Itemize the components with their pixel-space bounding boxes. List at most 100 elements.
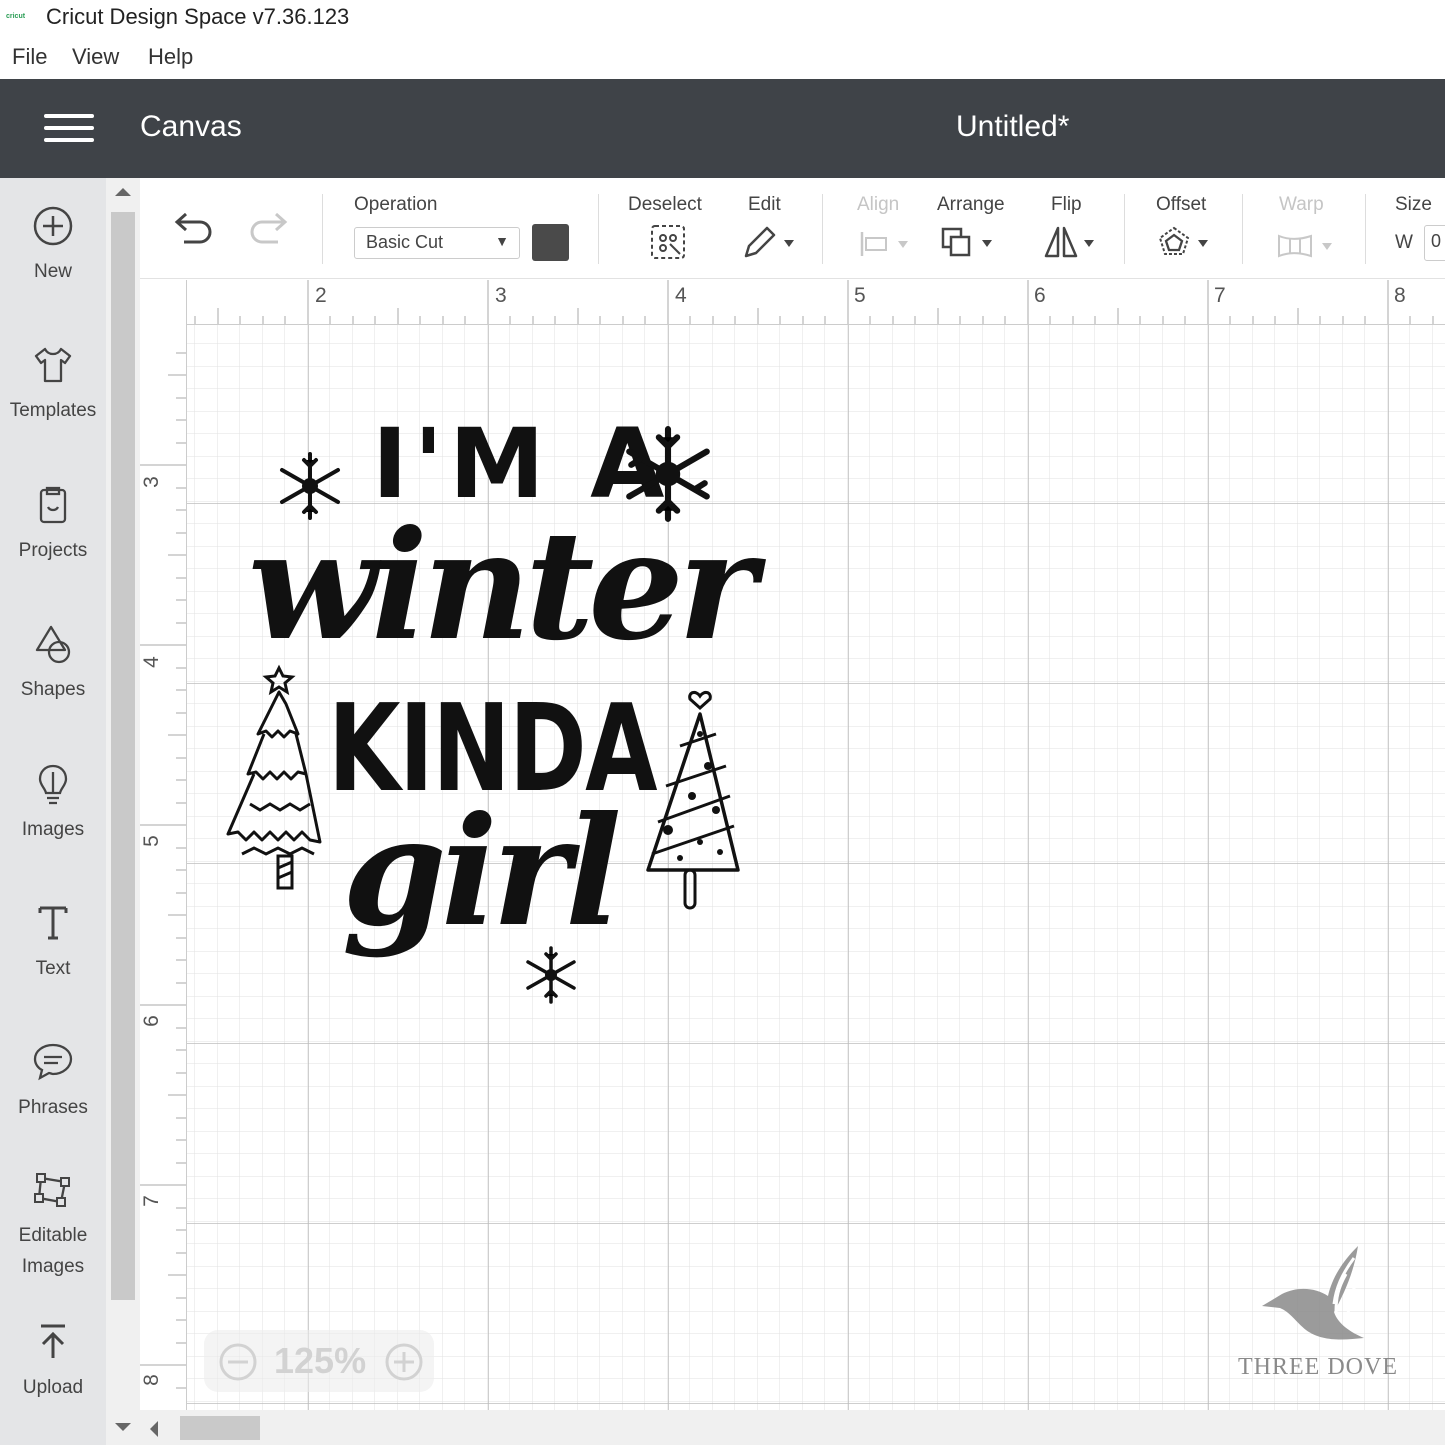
nav-phrases-label: Phrases — [18, 1097, 88, 1118]
nav-editable-images[interactable]: Editable Images — [0, 1168, 106, 1282]
ruler-top-label: 6 — [1034, 284, 1046, 307]
lightbulb-icon — [38, 764, 68, 805]
menu-file[interactable]: File — [12, 44, 47, 70]
flip-icon[interactable] — [1042, 224, 1100, 262]
scroll-left-arrow-icon[interactable] — [150, 1421, 158, 1437]
toolbar-divider — [822, 194, 823, 264]
size-width-input[interactable]: 0 — [1424, 225, 1445, 261]
ruler-left-label: 8 — [139, 1374, 163, 1386]
edit-pen-icon[interactable] — [740, 224, 800, 262]
left-nav: New Templates Projects Shapes Images Tex… — [0, 178, 106, 1445]
nav-upload-label: Upload — [22, 1377, 84, 1398]
ruler-left-label: 7 — [139, 1195, 163, 1207]
scroll-down-arrow-icon[interactable] — [115, 1423, 131, 1431]
zoom-level: 125% — [274, 1340, 367, 1381]
menu-view[interactable]: View — [72, 44, 119, 70]
shapes-icon — [35, 625, 71, 664]
menu-bar: File View Help — [0, 40, 1445, 76]
toolbar-divider — [322, 194, 323, 264]
plus-circle-icon — [33, 206, 73, 246]
snowflake-icon[interactable] — [272, 448, 348, 524]
nav-new-label: New — [33, 261, 72, 282]
christmas-tree-icon[interactable] — [644, 686, 742, 914]
zoom-out-icon[interactable] — [218, 1342, 258, 1382]
hamburger-menu-icon[interactable] — [44, 112, 94, 144]
zoom-control: 125% — [204, 1330, 434, 1392]
tshirt-icon — [34, 347, 72, 383]
left-ruler: 3 4 5 6 7 8 — [140, 280, 187, 1410]
offset-label: Offset — [1156, 194, 1207, 215]
ruler-top-label: 8 — [1394, 284, 1406, 307]
ruler-top-label: 3 — [495, 284, 507, 307]
align-icon — [860, 232, 908, 256]
arrange-icon[interactable] — [940, 226, 996, 260]
toolbar-divider — [598, 194, 599, 264]
operation-color-swatch[interactable] — [532, 224, 569, 261]
christmas-tree-icon[interactable] — [224, 664, 340, 892]
nav-images-label: Images — [21, 819, 85, 840]
canvas-horizontal-scrollbar[interactable] — [140, 1410, 1445, 1445]
operation-select[interactable]: Basic Cut ▼ — [354, 227, 520, 259]
nav-editable-images-label: Editable Images — [18, 1225, 88, 1277]
project-title[interactable]: Untitled* — [956, 110, 1069, 144]
ruler-left-label: 5 — [139, 835, 163, 847]
editable-image-icon — [34, 1173, 70, 1207]
size-label: Size — [1395, 194, 1432, 215]
operation-label: Operation — [354, 194, 438, 215]
size-width-label: W — [1395, 232, 1413, 253]
text-icon — [38, 906, 68, 940]
ruler-left-label: 6 — [139, 1015, 163, 1027]
header-section-title: Canvas — [140, 110, 242, 143]
nav-text-label: Text — [35, 958, 71, 979]
deselect-icon[interactable] — [648, 222, 688, 262]
arrange-label: Arrange — [937, 194, 1005, 215]
top-ruler-ticks — [194, 280, 1434, 324]
snowflake-icon[interactable] — [522, 944, 580, 1006]
ruler-top-label: 5 — [854, 284, 866, 307]
nav-scrollbar-thumb[interactable] — [111, 212, 135, 1300]
scroll-up-arrow-icon[interactable] — [115, 188, 131, 196]
nav-shapes[interactable]: Shapes — [0, 622, 106, 705]
operation-select-value: Basic Cut — [366, 232, 444, 252]
nav-images[interactable]: Images — [0, 762, 106, 845]
warp-icon — [1278, 234, 1332, 258]
speech-bubble-icon — [33, 1043, 73, 1081]
flip-label: Flip — [1051, 194, 1082, 215]
edit-label: Edit — [748, 194, 781, 215]
warp-label: Warp — [1279, 194, 1324, 215]
nav-text[interactable]: Text — [0, 901, 106, 984]
ruler-left-label: 3 — [139, 476, 163, 488]
nav-projects-label: Projects — [18, 540, 88, 561]
nav-new[interactable]: New — [0, 204, 106, 287]
dove-logo-icon — [1262, 1246, 1364, 1340]
canvas-horizontal-scrollbar-thumb[interactable] — [180, 1416, 260, 1440]
ruler-top-label: 4 — [675, 284, 687, 307]
projects-icon — [39, 486, 67, 524]
redo-icon[interactable] — [246, 212, 292, 252]
top-ruler: 2 2 3 4 5 6 7 8 — [140, 280, 1445, 325]
menu-help[interactable]: Help — [148, 44, 193, 70]
chevron-down-icon: ▼ — [495, 233, 509, 249]
snowflake-icon[interactable] — [617, 422, 719, 526]
align-label: Align — [857, 194, 900, 215]
design-text-line4[interactable]: girl — [342, 784, 622, 960]
window-title: Cricut Design Space v7.36.123 — [46, 4, 350, 29]
undo-icon[interactable] — [170, 212, 216, 252]
nav-phrases[interactable]: Phrases — [0, 1040, 106, 1123]
offset-icon[interactable] — [1156, 224, 1214, 264]
nav-templates-label: Templates — [9, 400, 97, 421]
nav-templates[interactable]: Templates — [0, 343, 106, 426]
nav-projects[interactable]: Projects — [0, 483, 106, 566]
upload-icon — [41, 1324, 65, 1358]
ruler-top-label: 7 — [1214, 284, 1226, 307]
nav-upload[interactable]: Upload — [0, 1320, 106, 1403]
toolbar-divider — [1242, 194, 1243, 264]
nav-shapes-label: Shapes — [20, 679, 86, 700]
app-logo-icon: cricut — [6, 13, 26, 20]
ruler-left-label: 4 — [139, 656, 163, 668]
zoom-in-icon[interactable] — [384, 1342, 424, 1382]
ruler-top-label: 2 — [315, 284, 327, 307]
deselect-label: Deselect — [628, 194, 702, 215]
toolbar-divider — [1124, 194, 1125, 264]
watermark-text: THREE DOVE — [1238, 1354, 1398, 1380]
